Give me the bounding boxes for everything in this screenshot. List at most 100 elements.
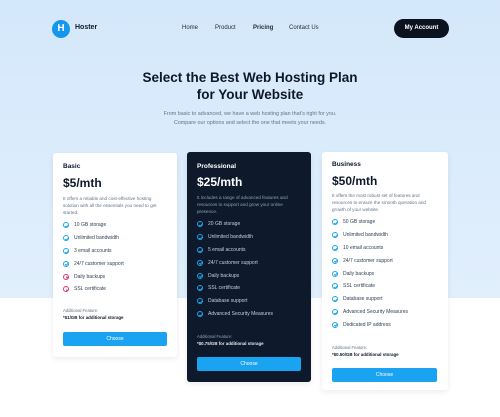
additional-feature-label: Additional Feature: xyxy=(197,334,233,339)
feature-label: Database support xyxy=(343,296,383,303)
choose-business-button[interactable]: Choose xyxy=(332,368,437,382)
page-subtitle-line-1: From basic to advanced, we have a web ho… xyxy=(163,111,337,117)
plan-description: It offers the most robust set of feature… xyxy=(332,193,426,212)
plan-card-basic: Basic $5/mth It offers a reliable and co… xyxy=(53,153,177,357)
page-subtitle: From basic to advanced, we have a web ho… xyxy=(120,110,380,128)
feature-item: Unlimited bandwidth xyxy=(332,229,408,242)
additional-feature-value: *$1/GB for additional storage xyxy=(63,315,124,320)
feature-list: 10 GB storage Unlimited bandwidth 3 email … xyxy=(63,219,124,296)
check-circle-icon xyxy=(197,298,203,305)
check-circle-icon xyxy=(63,247,69,254)
check-circle-icon xyxy=(197,285,203,292)
additional-feature-value: *$0.75/GB for additional storage xyxy=(197,341,264,346)
feature-label: 10 GB storage xyxy=(74,222,107,229)
feature-item: Unlimited bandwidth xyxy=(197,231,273,244)
feature-label: 10 email accounts xyxy=(343,244,384,251)
feature-item: 50 GB storage xyxy=(332,216,408,229)
nav-link-pricing[interactable]: Pricing xyxy=(253,25,273,31)
feature-label: 24/7 customer support xyxy=(343,257,393,264)
check-circle-icon xyxy=(63,222,69,229)
check-circle-icon xyxy=(197,310,203,317)
check-circle-icon xyxy=(197,272,203,279)
nav-link-home[interactable]: Home xyxy=(182,25,198,31)
feature-item: Dedicated IP address xyxy=(332,318,408,331)
plan-card-business: Business $50/mth It offers the most robu… xyxy=(322,152,448,390)
feature-label: Unlimited bandwidth xyxy=(74,235,120,242)
feature-item: Daily backups xyxy=(63,270,124,283)
feature-item: 10 email accounts xyxy=(332,242,408,255)
feature-label: 5 email accounts xyxy=(208,246,246,253)
plan-name: Basic xyxy=(63,163,81,170)
check-circle-icon xyxy=(63,235,69,242)
feature-item: Unlimited bandwidth xyxy=(63,232,124,245)
my-account-button[interactable]: My Account xyxy=(394,19,449,38)
feature-label: SSL certificate xyxy=(74,286,107,293)
feature-list: 50 GB storage Unlimited bandwidth 10 email… xyxy=(332,216,408,331)
feature-label: Daily backups xyxy=(74,273,106,280)
feature-label: 20 GB storage xyxy=(208,221,241,228)
page-title-line-2: for Your Website xyxy=(196,87,304,102)
feature-label: Database support xyxy=(208,298,248,305)
plan-name: Professional xyxy=(197,163,237,170)
feature-item: Daily backups xyxy=(197,269,273,282)
check-circle-icon xyxy=(63,260,69,267)
feature-item: 24/7 customer support xyxy=(332,254,408,267)
feature-item: SSL certificate xyxy=(332,280,408,293)
feature-label: 3 email accounts xyxy=(74,247,112,254)
check-circle-icon xyxy=(332,244,338,251)
feature-label: SSL certificate xyxy=(343,283,376,290)
check-circle-icon xyxy=(332,232,338,239)
plan-price: $25/mth xyxy=(197,175,243,189)
feature-label: Daily backups xyxy=(343,270,375,277)
plan-price: $5/mth xyxy=(63,176,102,190)
plan-price: $50/mth xyxy=(332,174,378,188)
additional-feature-label: Additional Feature: xyxy=(63,308,99,313)
check-circle-icon xyxy=(332,308,338,315)
choose-professional-button[interactable]: Choose xyxy=(197,357,301,371)
additional-feature-value: *$0.50/GB for additional storage xyxy=(332,352,399,357)
feature-label: 50 GB storage xyxy=(343,219,376,226)
feature-item: Advanced Security Measures xyxy=(332,306,408,319)
choose-basic-button[interactable]: Choose xyxy=(63,332,167,346)
nav-link-product[interactable]: Product xyxy=(215,25,236,31)
check-circle-icon xyxy=(332,257,338,264)
check-circle-icon xyxy=(197,246,203,253)
check-circle-icon xyxy=(197,259,203,266)
plan-description: It includes a range of advanced features… xyxy=(197,195,288,214)
feature-item: 24/7 customer support xyxy=(197,256,273,269)
check-circle-icon xyxy=(332,270,338,277)
top-navbar: H Hoster Home Product Pricing Contact Us… xyxy=(0,0,500,58)
additional-feature-label: Additional Feature: xyxy=(332,345,368,350)
plan-description: It offers a reliable and cost-effective … xyxy=(63,196,157,215)
check-circle-icon xyxy=(332,321,338,328)
check-circle-icon xyxy=(197,234,203,241)
cross-circle-icon xyxy=(63,273,69,280)
feature-label: Unlimited bandwidth xyxy=(343,232,389,239)
feature-item: 10 GB storage xyxy=(63,219,124,232)
check-circle-icon xyxy=(332,296,338,303)
feature-label: SSL certificate xyxy=(208,285,241,292)
feature-item: Database support xyxy=(197,295,273,308)
feature-label: Advanced Security Measures xyxy=(343,308,409,315)
feature-item: Database support xyxy=(332,293,408,306)
check-circle-icon xyxy=(332,283,338,290)
feature-label: Advanced Security Measures xyxy=(208,310,274,317)
plan-card-professional: Professional $25/mth It includes a range… xyxy=(187,152,311,382)
check-circle-icon xyxy=(197,221,203,228)
logo-icon[interactable]: H xyxy=(52,20,70,38)
cross-circle-icon xyxy=(63,286,69,293)
feature-item: SSL certificate xyxy=(197,282,273,295)
feature-item: 20 GB storage xyxy=(197,218,273,231)
feature-label: Unlimited bandwidth xyxy=(208,234,254,241)
feature-item: 24/7 customer support xyxy=(63,257,124,270)
brand-name[interactable]: Hoster xyxy=(75,24,97,31)
page-title-line-1: Select the Best Web Hosting Plan xyxy=(142,70,358,85)
feature-label: 24/7 customer support xyxy=(208,259,258,266)
page-title: Select the Best Web Hosting Plan for You… xyxy=(100,69,400,103)
feature-label: Daily backups xyxy=(208,272,240,279)
check-circle-icon xyxy=(332,219,338,226)
nav-link-contact[interactable]: Contact Us xyxy=(289,25,319,31)
feature-label: Dedicated IP address xyxy=(343,321,391,328)
plan-name: Business xyxy=(332,161,361,168)
feature-item: 3 email accounts xyxy=(63,245,124,258)
